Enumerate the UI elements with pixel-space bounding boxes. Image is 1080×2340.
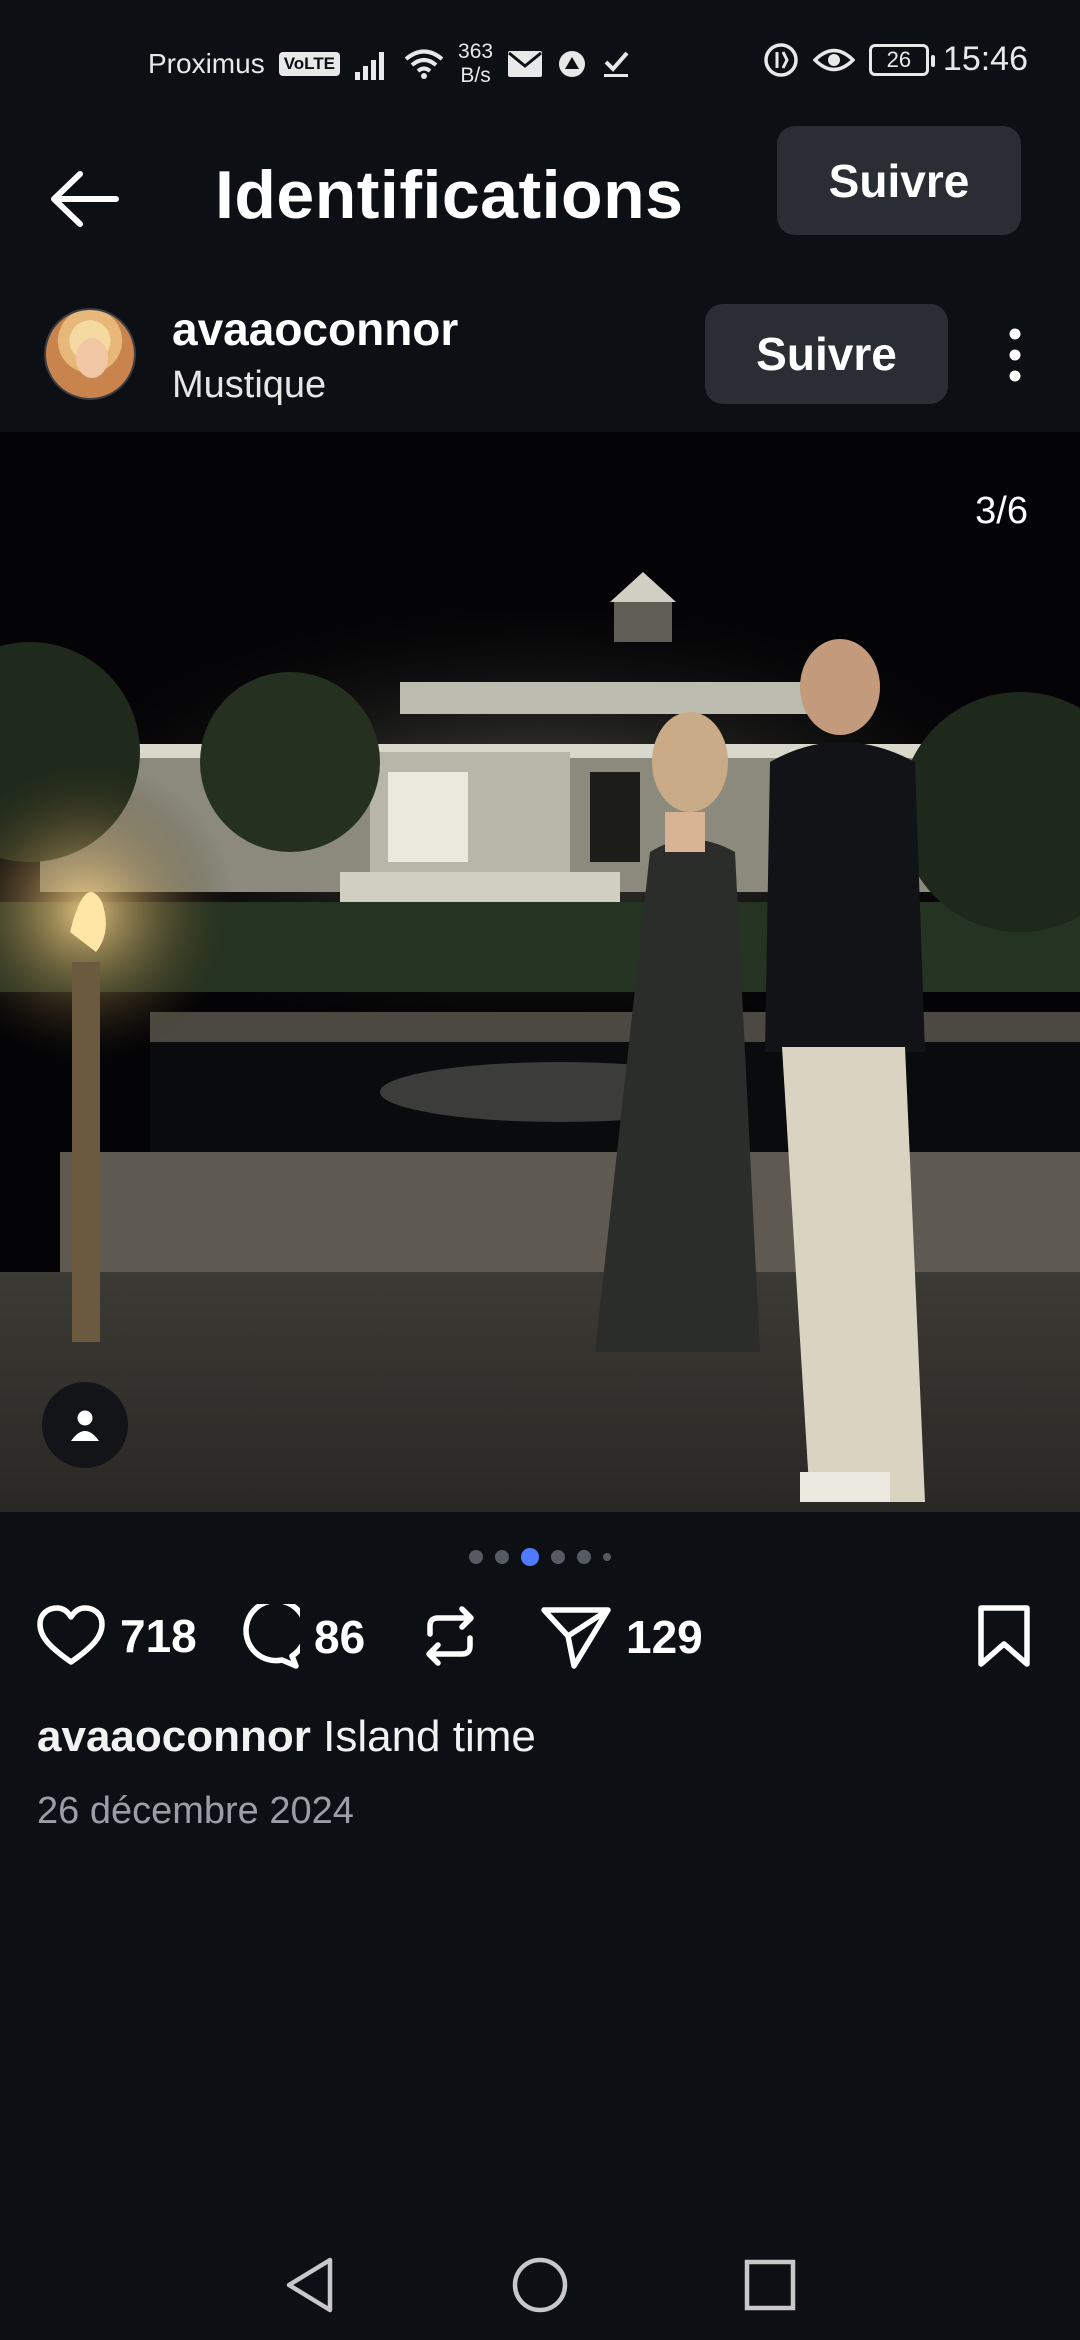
wifi-icon	[404, 49, 444, 79]
post-follow-button[interactable]: Suivre	[705, 304, 948, 404]
comment-count: 86	[314, 1611, 366, 1663]
battery-level: 26	[886, 46, 912, 72]
carousel-dot-active	[521, 1548, 539, 1566]
system-nav-bar	[0, 2220, 1080, 2340]
triangle-back-icon[interactable]	[275, 2250, 345, 2320]
send-icon[interactable]	[540, 1604, 612, 1670]
comment-action[interactable]: 86	[232, 1604, 365, 1670]
carousel-dot	[495, 1550, 509, 1564]
carousel-dot	[577, 1550, 591, 1564]
carousel-dot	[603, 1553, 611, 1561]
mail-icon	[508, 51, 543, 77]
repost-action[interactable]	[420, 1604, 480, 1668]
carousel-dot	[469, 1550, 483, 1564]
page-counter: 3/6	[975, 490, 1028, 532]
app-notification-icon	[559, 51, 586, 77]
post-date: 26 décembre 2024	[37, 1790, 354, 1832]
eye-comfort-icon	[812, 48, 855, 71]
network-speed-unit: B/s	[460, 64, 491, 87]
network-speed-value: 363	[458, 40, 494, 63]
photo-illustration	[0, 432, 1080, 1512]
avatar[interactable]	[44, 308, 136, 400]
screen: Proximus VoLTE 363 B/s 26 15:46 Identifi…	[0, 0, 1080, 2340]
data-saver-icon	[764, 42, 798, 77]
post-username[interactable]: avaaoconnor	[172, 302, 458, 356]
download-done-icon	[604, 51, 629, 77]
signal-icon	[355, 52, 385, 80]
status-left: Proximus VoLTE 363 B/s	[148, 40, 631, 88]
circle-home-icon[interactable]	[505, 2250, 575, 2320]
network-speed: 363 B/s	[458, 40, 493, 88]
top-app-bar: Identifications Suivre	[0, 120, 1080, 270]
repost-icon[interactable]	[420, 1604, 480, 1668]
like-action[interactable]: 718	[36, 1604, 197, 1668]
heart-icon[interactable]	[36, 1604, 106, 1668]
person-tag-glyph	[71, 1410, 99, 1441]
square-recents-icon[interactable]	[735, 2250, 805, 2320]
bookmark-icon[interactable]	[976, 1604, 1032, 1668]
post-photo[interactable]: 3/6	[0, 432, 1080, 1512]
page-title: Identifications	[215, 157, 684, 233]
post-header: avaaoconnor Mustique Suivre	[0, 290, 1080, 430]
caption-username[interactable]: avaaoconnor	[37, 1712, 311, 1761]
post-caption: avaaoconnor Island time	[37, 1712, 536, 1762]
post-location[interactable]: Mustique	[172, 364, 326, 407]
status-right: 26 15:46	[763, 40, 1028, 79]
more-vertical-icon[interactable]	[1000, 320, 1030, 390]
person-tag-icon[interactable]	[42, 1382, 128, 1468]
share-action[interactable]: 129	[540, 1604, 703, 1670]
status-bar: Proximus VoLTE 363 B/s 26 15:46	[0, 0, 1080, 120]
clock: 15:46	[942, 40, 1028, 78]
volte-badge: VoLTE	[278, 52, 341, 76]
battery-indicator: 26	[868, 43, 935, 76]
avatar-face	[76, 338, 108, 378]
carousel-dot	[551, 1550, 565, 1564]
carousel-indicator	[0, 1546, 1080, 1568]
share-count: 129	[626, 1611, 703, 1663]
action-bar: 718 86 129	[0, 1600, 1080, 1680]
header-follow-button[interactable]: Suivre	[777, 126, 1021, 235]
carrier-name: Proximus	[148, 48, 265, 79]
caption-text: Island time	[323, 1712, 536, 1761]
arrow-left-icon[interactable]	[44, 164, 124, 234]
save-action[interactable]	[976, 1604, 1032, 1668]
like-count: 718	[120, 1610, 197, 1662]
comment-icon[interactable]	[232, 1604, 300, 1670]
